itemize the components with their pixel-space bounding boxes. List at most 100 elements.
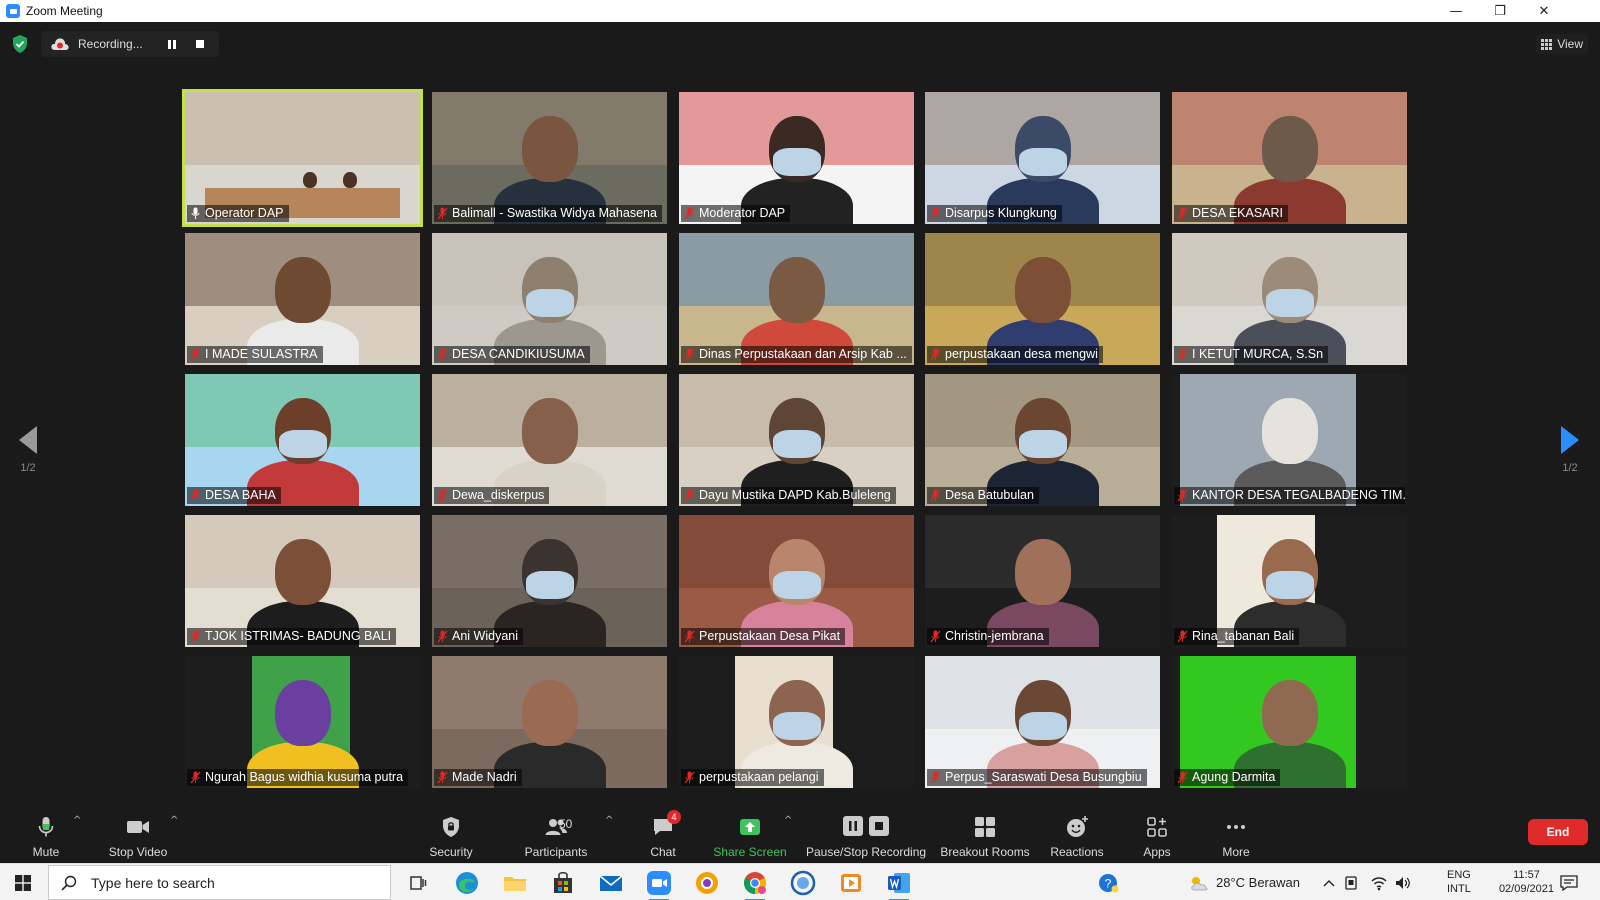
device-tray-icon[interactable]	[1344, 864, 1358, 900]
participant-name-label: KANTOR DESA TEGALBADENG TIM...	[1174, 487, 1405, 504]
encryption-shield-icon[interactable]	[12, 35, 28, 53]
participant-video-tile[interactable]: DESA BAHA	[185, 374, 420, 506]
participants-button[interactable]: 50 Participants	[518, 809, 594, 859]
chat-button[interactable]: 4 Chat	[646, 809, 681, 859]
browser-app-icon[interactable]	[693, 869, 721, 897]
media-app-icon[interactable]	[789, 869, 817, 897]
share-options-caret[interactable]: ^	[784, 815, 792, 826]
participants-label: Participants	[524, 845, 588, 859]
participant-video-tile[interactable]: Agung Darmita	[1172, 656, 1407, 788]
participant-video-tile[interactable]: Dayu Mustika DAPD Kab.Buleleng	[679, 374, 914, 506]
participant-video-tile[interactable]: Rina_tabanan Bali	[1172, 515, 1407, 647]
word-app-icon[interactable]	[885, 869, 913, 900]
zoom-app-icon[interactable]	[645, 869, 673, 900]
notifications-button[interactable]	[1560, 864, 1578, 900]
participants-options-caret[interactable]: ^	[605, 815, 613, 826]
arrow-left-icon	[19, 426, 37, 454]
taskbar-search-box[interactable]: Type here to search	[48, 865, 391, 900]
breakout-rooms-button[interactable]: Breakout Rooms	[940, 809, 1030, 859]
participant-video-tile[interactable]: Ngurah Bagus widhia kusuma putra	[185, 656, 420, 788]
pause-recording-button[interactable]	[166, 38, 178, 50]
windows-taskbar: Type here to search ? 28°C Berawan ENG I…	[0, 863, 1600, 900]
participant-video-tile[interactable]: perpustakaan desa mengwi	[925, 233, 1160, 365]
participant-video-tile[interactable]: Ani Widyani	[432, 515, 667, 647]
close-button[interactable]: ✕	[1522, 0, 1566, 22]
more-button[interactable]: More	[1216, 809, 1256, 859]
participant-video-tile[interactable]: perpustakaan pelangi	[679, 656, 914, 788]
participant-video-tile[interactable]: TJOK ISTRIMAS- BADUNG BALI	[185, 515, 420, 647]
grid-view-icon	[1541, 38, 1553, 50]
keyboard-layout: INTL	[1447, 883, 1471, 895]
restore-button[interactable]: ❐	[1478, 0, 1522, 22]
participant-video-tile[interactable]: Operator DAP	[182, 89, 423, 227]
audio-options-caret[interactable]: ^	[73, 815, 81, 826]
participant-video-tile[interactable]: I MADE SULASTRA	[185, 233, 420, 365]
mute-button[interactable]: Mute	[25, 809, 67, 859]
recording-label: Recording...	[78, 37, 143, 51]
weather-widget[interactable]: 28°C Berawan	[1188, 864, 1300, 900]
apps-button[interactable]: Apps	[1138, 809, 1176, 859]
participant-name-label: Rina_tabanan Bali	[1174, 628, 1300, 645]
participant-video-tile[interactable]: Disarpus Klungkung	[925, 92, 1160, 224]
previous-page-button[interactable]: 1/2	[8, 426, 48, 474]
security-shield-icon	[443, 817, 459, 837]
share-screen-button[interactable]: Share Screen	[713, 809, 787, 859]
participant-video-tile[interactable]: Christin-jembrana	[925, 515, 1160, 647]
participant-name-text: perpustakaan desa mengwi	[945, 347, 1098, 361]
end-meeting-button[interactable]: End	[1528, 819, 1588, 845]
microsoft-store-icon[interactable]	[549, 869, 577, 897]
participant-video-tile[interactable]: Perpustakaan Desa Pikat	[679, 515, 914, 647]
security-button[interactable]: Security	[422, 809, 480, 859]
video-options-caret[interactable]: ^	[170, 815, 178, 826]
input-language-indicator[interactable]: ENG INTL	[1447, 868, 1471, 896]
participant-name-text: Balimall - Swastika Widya Mahasena	[452, 206, 657, 220]
participant-video-tile[interactable]: Dinas Perpustakaan dan Arsip Kab ...	[679, 233, 914, 365]
file-explorer-icon[interactable]	[501, 869, 529, 897]
participant-name-label: DESA EKASARI	[1174, 205, 1289, 222]
participant-name-text: Operator DAP	[205, 206, 284, 220]
participant-video-tile[interactable]: DESA EKASARI	[1172, 92, 1407, 224]
wifi-icon[interactable]	[1370, 864, 1388, 900]
participant-video-tile[interactable]: Made Nadri	[432, 656, 667, 788]
microphone-muted-icon	[684, 207, 695, 220]
participant-video-tile[interactable]: Perpus_Saraswati Desa Busungbiu	[925, 656, 1160, 788]
participant-name-label: Dinas Perpustakaan dan Arsip Kab ...	[681, 346, 912, 363]
help-tray-icon[interactable]: ?	[1098, 864, 1120, 900]
start-button[interactable]	[0, 864, 46, 900]
participant-video-tile[interactable]: Desa Batubulan	[925, 374, 1160, 506]
participant-video-tile[interactable]: KANTOR DESA TEGALBADENG TIM...	[1172, 374, 1407, 506]
microphone-muted-icon	[684, 489, 695, 502]
clock-time: 11:57	[1513, 869, 1540, 881]
reactions-button[interactable]: Reactions	[1048, 809, 1106, 859]
minimize-button[interactable]: —	[1434, 0, 1478, 22]
participant-video-tile[interactable]: Balimall - Swastika Widya Mahasena	[432, 92, 667, 224]
microphone-muted-icon	[190, 630, 201, 643]
microphone-icon	[191, 207, 200, 219]
show-hidden-icons-button[interactable]	[1322, 864, 1336, 900]
video-camera-icon	[127, 821, 149, 833]
participant-video-tile[interactable]: I KETUT MURCA, S.Sn	[1172, 233, 1407, 365]
mail-icon[interactable]	[597, 869, 625, 897]
view-button[interactable]: View	[1536, 34, 1588, 54]
weather-cloud-sun-icon	[1191, 876, 1208, 890]
microphone-muted-icon	[930, 207, 941, 220]
task-view-icon[interactable]	[404, 869, 432, 897]
system-clock[interactable]: 11:57 02/09/2021	[1499, 868, 1554, 896]
microphone-muted-icon	[930, 630, 941, 643]
video-player-icon[interactable]	[837, 869, 865, 897]
participant-video-tile[interactable]: DESA CANDIKIUSUMA	[432, 233, 667, 365]
edge-browser-icon[interactable]	[453, 869, 481, 897]
participant-video-tile[interactable]: Dewa_diskerpus	[432, 374, 667, 506]
participant-name-label: I MADE SULASTRA	[187, 346, 323, 363]
pause-stop-recording-button[interactable]: Pause/Stop Recording	[806, 809, 926, 859]
participant-name-label: Desa Batubulan	[927, 487, 1039, 504]
next-page-button[interactable]: 1/2	[1550, 426, 1590, 474]
participant-name-label: I KETUT MURCA, S.Sn	[1174, 346, 1329, 363]
participant-video-tile[interactable]: Moderator DAP	[679, 92, 914, 224]
volume-icon[interactable]	[1394, 864, 1412, 900]
stop-recording-button[interactable]	[196, 40, 204, 48]
stop-video-button[interactable]: Stop Video	[104, 809, 172, 859]
participant-name-label: DESA BAHA	[187, 487, 281, 504]
chrome-browser-icon[interactable]	[741, 869, 769, 900]
participant-name-text: KANTOR DESA TEGALBADENG TIM...	[1192, 488, 1405, 502]
